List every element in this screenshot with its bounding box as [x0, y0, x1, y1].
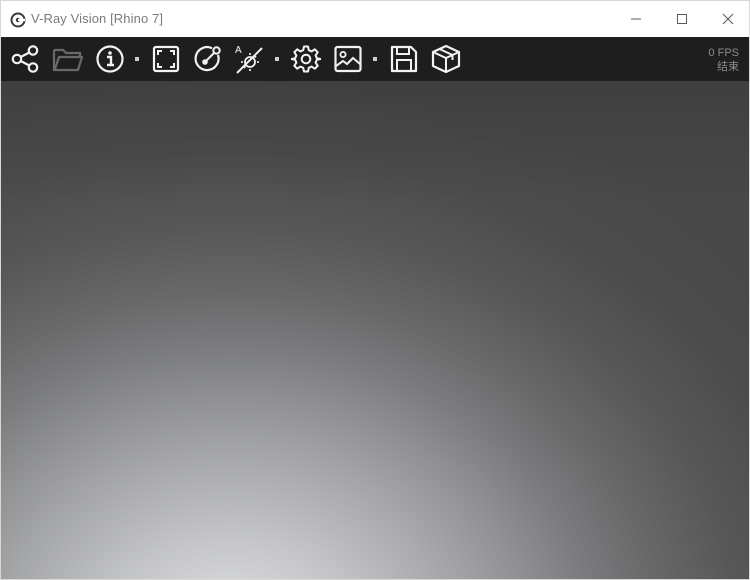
image-button[interactable] — [332, 43, 364, 75]
svg-text:A: A — [235, 45, 242, 56]
share-icon — [11, 45, 39, 73]
camera-track-icon — [194, 46, 221, 72]
lighting-toggle-icon: A — [235, 45, 263, 74]
window-title: V-Ray Vision [Rhino 7] — [31, 11, 164, 26]
vray-vision-window: V-Ray Vision [Rhino 7] A 0 FPS 结束 — [0, 0, 750, 580]
package-box-icon — [431, 44, 461, 74]
toolbar-separator — [275, 57, 279, 61]
settings-button[interactable] — [290, 43, 322, 75]
render-viewport[interactable] — [1, 81, 749, 579]
minimize-button[interactable] — [613, 1, 659, 37]
title-bar[interactable]: V-Ray Vision [Rhino 7] — [1, 1, 749, 37]
camera-track-button[interactable] — [192, 43, 224, 75]
image-icon — [334, 45, 362, 73]
toolbar: A 0 FPS 结束 — [1, 37, 749, 81]
fullscreen-icon — [152, 45, 180, 73]
settings-gear-icon — [291, 45, 321, 73]
maximize-button[interactable] — [659, 1, 705, 37]
package-button[interactable] — [430, 43, 462, 75]
info-button[interactable] — [94, 43, 126, 75]
close-icon — [722, 13, 734, 25]
fullscreen-button[interactable] — [150, 43, 182, 75]
save-icon — [390, 45, 418, 73]
lighting-toggle-button[interactable]: A — [234, 43, 266, 75]
folder-open-icon — [52, 48, 84, 72]
status-label: 结束 — [717, 61, 739, 73]
fps-counter: 0 FPS — [708, 47, 739, 59]
info-icon — [96, 45, 124, 73]
share-button[interactable] — [9, 43, 41, 75]
toolbar-separator — [373, 57, 377, 61]
open-folder-button[interactable] — [52, 43, 84, 75]
vray-logo-icon — [10, 12, 26, 28]
close-button[interactable] — [705, 1, 749, 37]
minimize-icon — [631, 18, 641, 20]
toolbar-separator — [135, 57, 139, 61]
render-status: 0 FPS 结束 — [708, 46, 739, 74]
maximize-icon — [677, 14, 687, 24]
save-button[interactable] — [388, 43, 420, 75]
